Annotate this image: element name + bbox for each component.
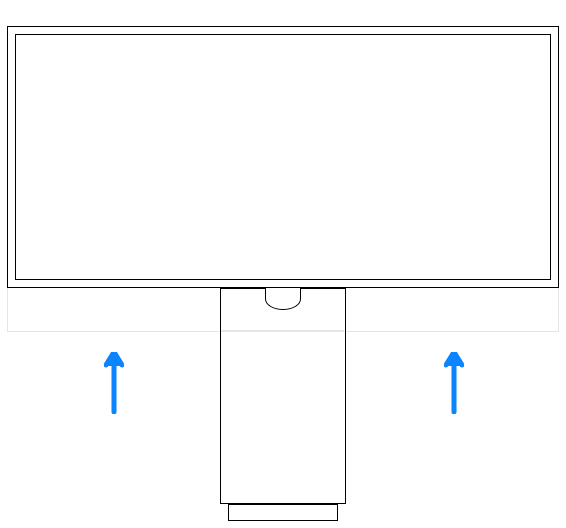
stand-ghost-seam — [221, 330, 344, 332]
height-adjust-diagram — [0, 0, 566, 528]
raise-arrow-left-icon — [104, 352, 124, 414]
stand-column — [220, 288, 346, 504]
stand-mount-notch — [265, 288, 301, 310]
monitor-screen — [15, 34, 551, 280]
raise-arrow-right-icon — [444, 352, 464, 414]
stand-base — [228, 504, 338, 521]
